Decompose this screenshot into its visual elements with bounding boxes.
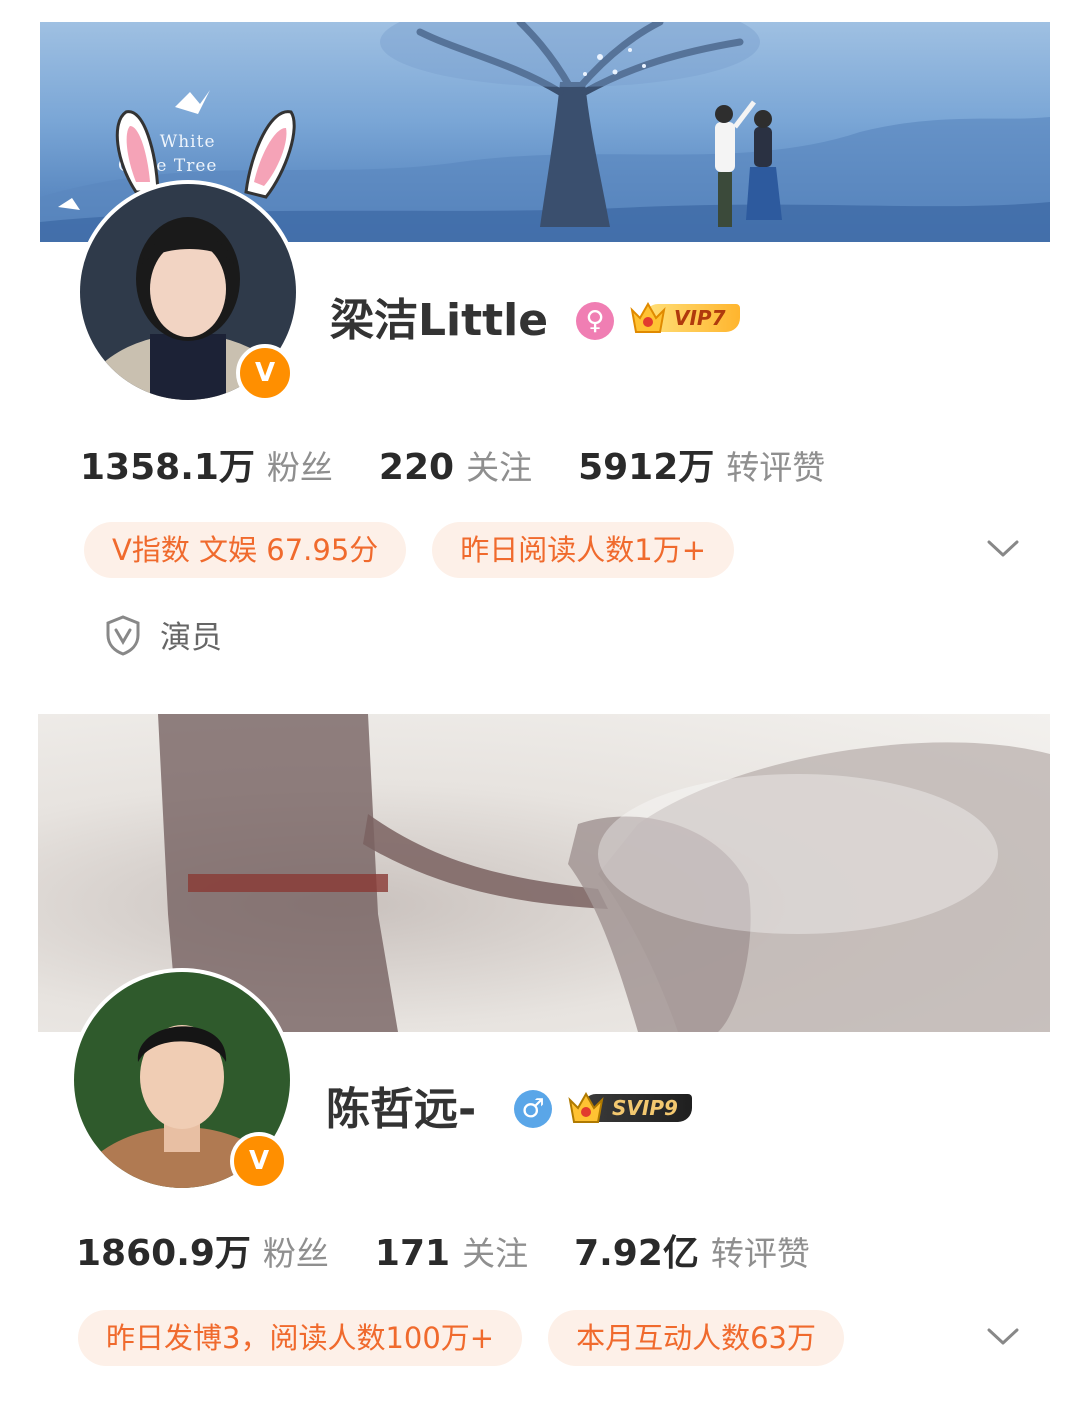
female-icon: ♀ [576,302,614,340]
v-index-tag[interactable]: V指数 文娱 67.95分 [84,522,407,578]
info-tags: V指数 文娱 67.95分 昨日阅读人数1万+ [84,522,760,578]
interactions-count: 7.92亿 [574,1233,699,1274]
interactions-count: 5912万 [578,447,715,488]
followers-stat[interactable]: 1358.1万 粉丝 [80,438,333,490]
vip-badge[interactable]: VIP7 [628,300,740,336]
info-tags: 昨日发博3，阅读人数100万+ 本月互动人数63万 [78,1310,870,1366]
stats-row: 1358.1万 粉丝 220 关注 5912万 转评赞 [80,438,871,490]
shield-icon [106,614,140,656]
crown-icon [630,301,666,333]
avatar-container[interactable]: V [70,968,294,1192]
followers-label: 粉丝 [266,448,333,487]
following-label: 关注 [466,448,533,487]
posts-reads-tag[interactable]: 昨日发博3，阅读人数100万+ [78,1310,523,1366]
interactions-stat[interactable]: 7.92亿 转评赞 [574,1224,810,1276]
followers-stat[interactable]: 1860.9万 粉丝 [76,1224,329,1276]
following-label: 关注 [462,1234,529,1273]
chevron-down-icon[interactable] [986,1326,1020,1348]
followers-label: 粉丝 [262,1234,329,1273]
verification-info: 演员 [104,612,222,657]
crown-icon [568,1091,604,1123]
followers-count: 1860.9万 [76,1233,251,1274]
profile-name: 陈哲远- [326,1084,477,1135]
stats-row: 1860.9万 粉丝 171 关注 7.92亿 转评赞 [76,1224,856,1276]
following-stat[interactable]: 171 关注 [375,1227,528,1275]
profile-card-2: V 陈哲远- ♂ SVIP9 1860.9万 粉丝 171 关注 7.92亿 转… [0,700,1078,1410]
male-icon: ♂ [514,1090,552,1128]
interactions-label: 转评赞 [710,1234,810,1273]
following-count: 171 [374,1233,451,1274]
profile-card-1: The White Olive Tree V 梁洁Little ♀ VIP7 1… [0,0,1078,700]
verified-badge: V [236,344,294,402]
reads-tag[interactable]: 昨日阅读人数1万+ [432,522,735,578]
chevron-down-icon[interactable] [986,538,1020,560]
interactions-stat[interactable]: 5912万 转评赞 [578,438,825,490]
followers-count: 1358.1万 [80,447,255,488]
verified-badge: V [230,1132,288,1190]
verified-badge-letter: V [248,1146,270,1176]
following-stat[interactable]: 220 关注 [379,441,532,489]
interactions-label: 转评赞 [726,448,826,487]
vip-badge[interactable]: SVIP9 [566,1090,692,1126]
following-count: 220 [378,447,455,488]
verification-label: 演员 [160,620,222,656]
monthly-interactions-tag[interactable]: 本月互动人数63万 [548,1310,845,1366]
avatar-container[interactable]: V [76,180,300,404]
verified-badge-letter: V [254,358,276,388]
profile-name: 梁洁Little [330,295,549,346]
